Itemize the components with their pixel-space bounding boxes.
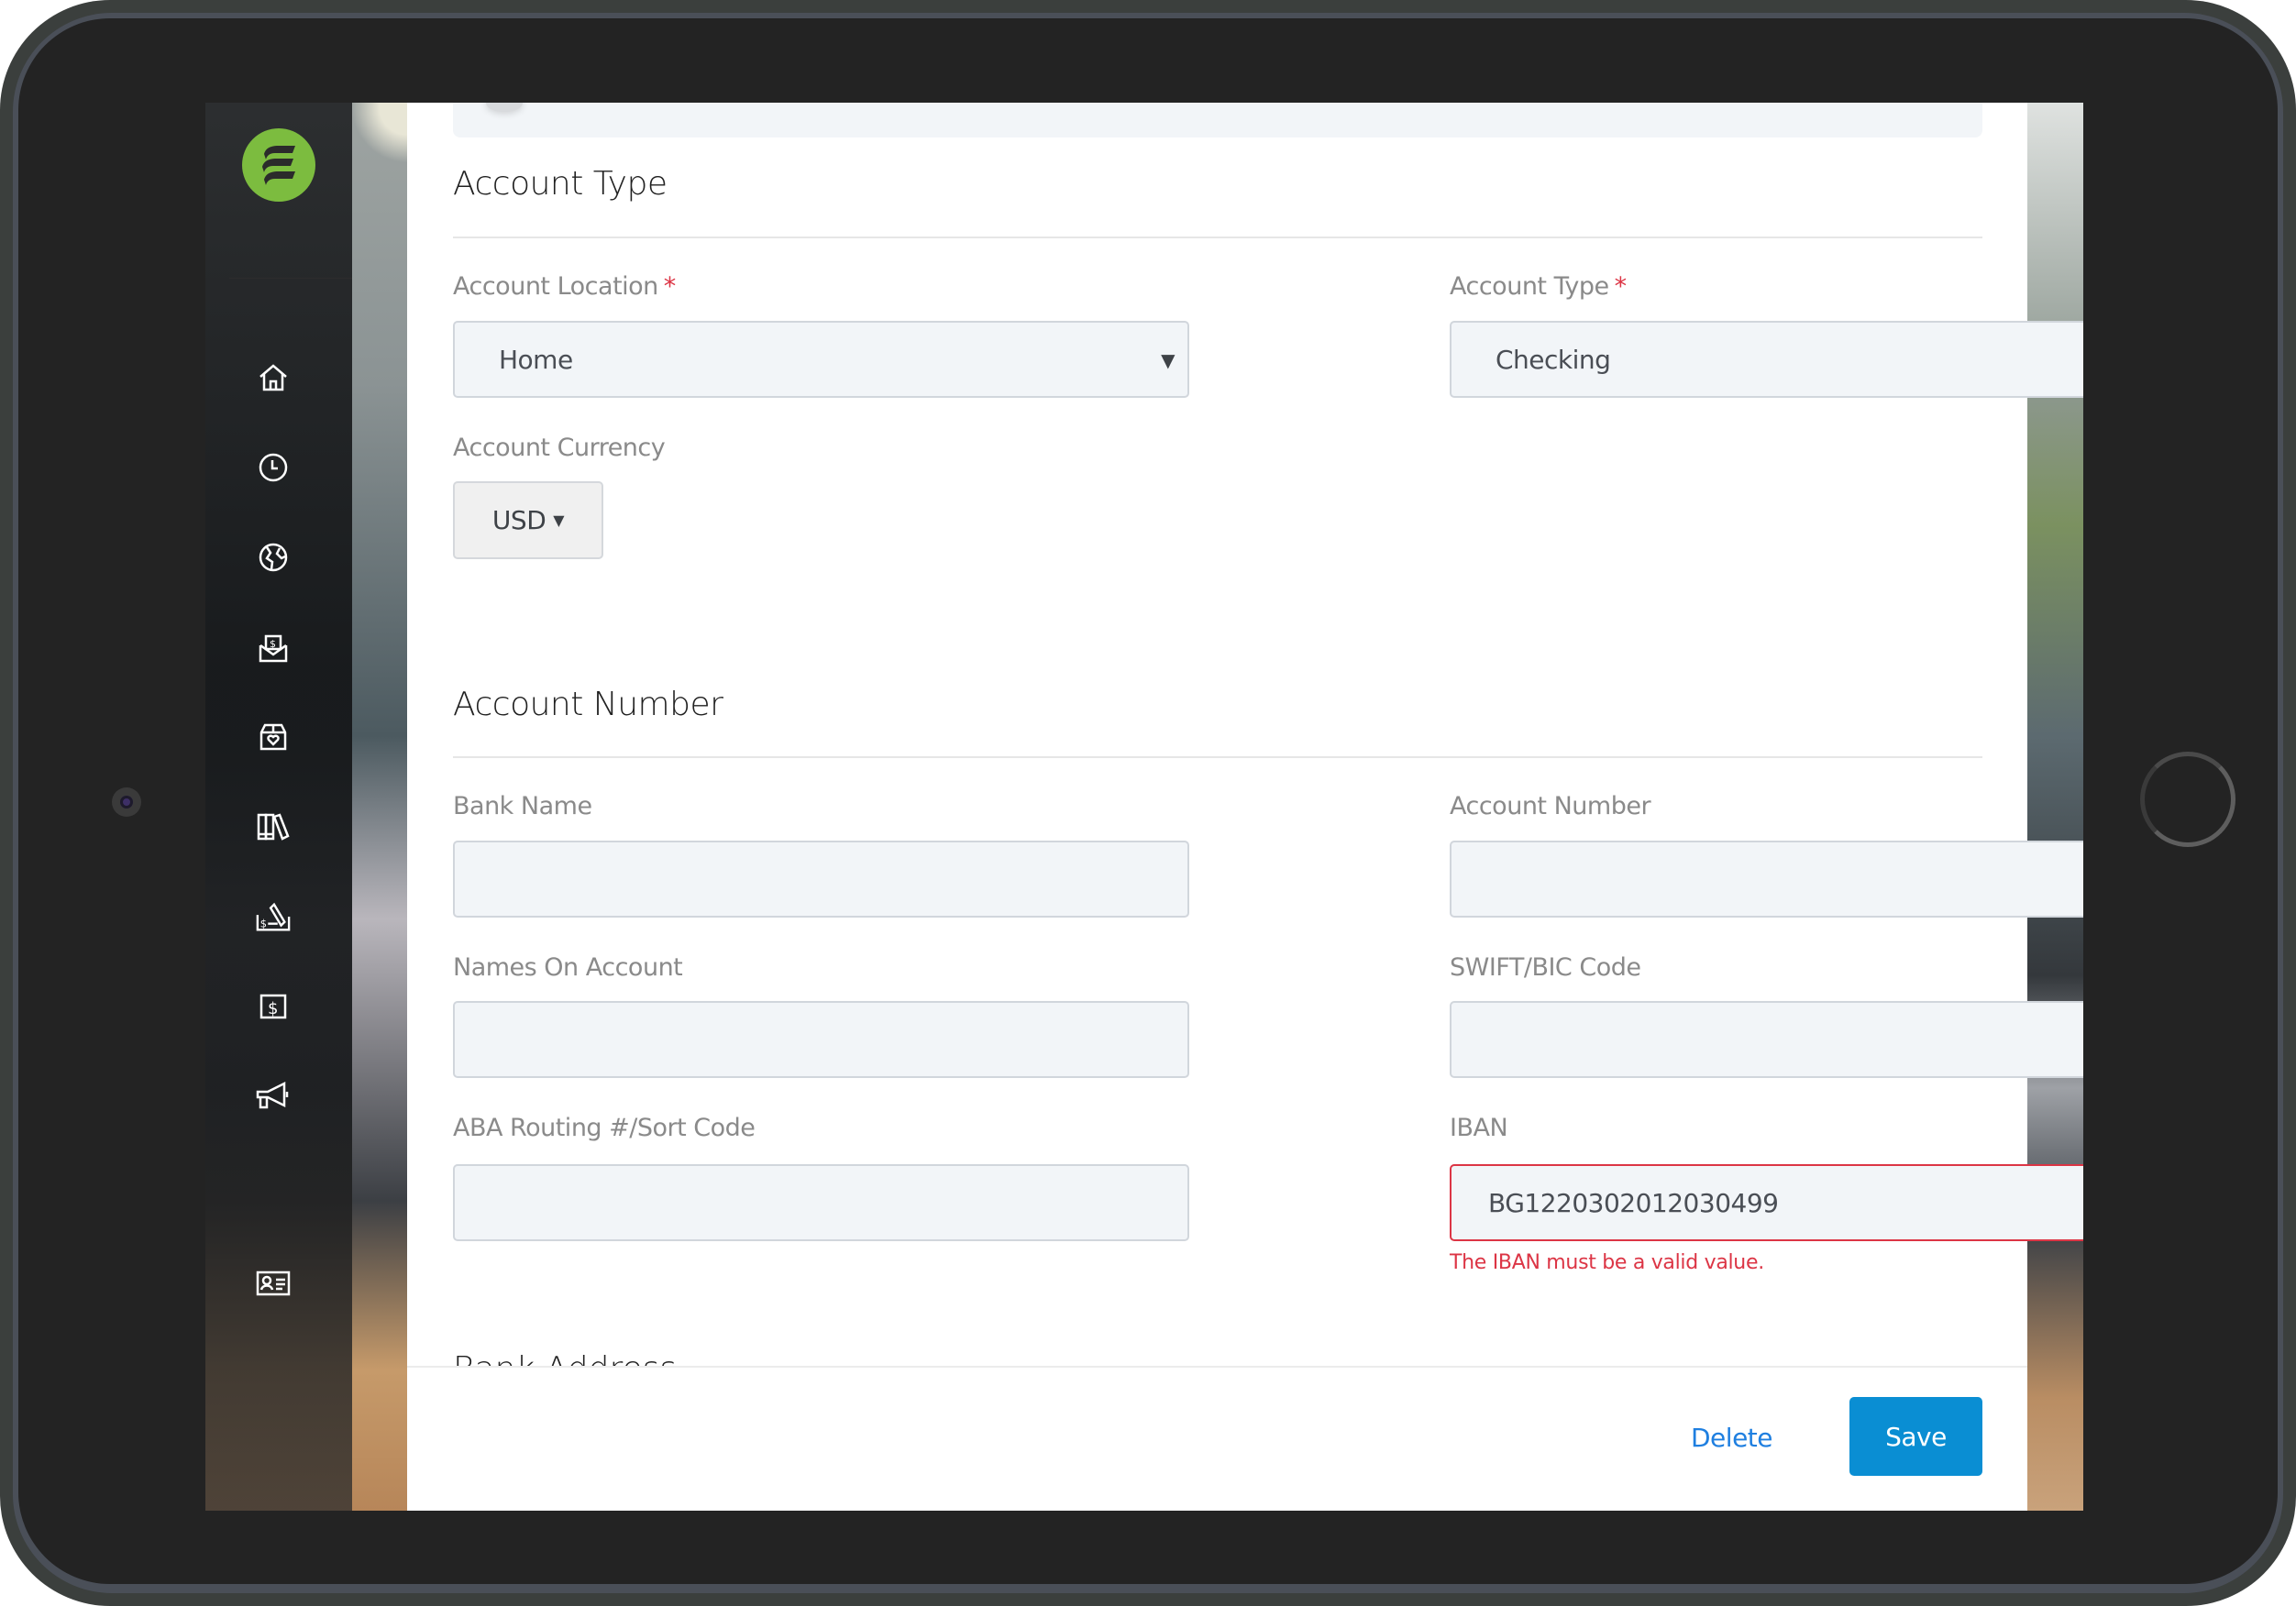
money-envelope-icon[interactable]: $ xyxy=(255,630,292,666)
account-location-label: Account Location * xyxy=(453,271,676,302)
account-type-select[interactable]: Checking ▼ xyxy=(1450,321,2083,398)
names-on-account-label: Names On Account xyxy=(453,953,683,982)
heart-box-icon[interactable] xyxy=(255,719,292,755)
account-currency-label: Account Currency xyxy=(453,434,666,462)
tablet-frame: $ $ $ Account Type Account Location * Ho… xyxy=(0,0,2296,1606)
section-divider xyxy=(453,236,1982,238)
sidebar-divider xyxy=(229,278,352,279)
bank-name-label: Bank Name xyxy=(453,792,592,820)
home-button[interactable] xyxy=(2140,752,2235,847)
required-mark: * xyxy=(1614,272,1628,301)
save-button[interactable]: Save xyxy=(1849,1397,1982,1476)
form-footer: Delete Save xyxy=(407,1366,2027,1511)
dollar-bill-icon[interactable]: $ xyxy=(255,988,292,1025)
home-icon[interactable] xyxy=(255,359,292,396)
account-type-label: Account Type * xyxy=(1450,271,1627,302)
currency-value: USD xyxy=(491,505,546,535)
names-on-account-input[interactable] xyxy=(453,1001,1189,1078)
top-card xyxy=(453,103,1982,138)
account-type-value: Checking xyxy=(1496,344,1611,375)
section-title-account-type: Account Type xyxy=(453,165,668,203)
aba-routing-label: ABA Routing #/Sort Code xyxy=(453,1114,756,1142)
iban-error-message: The IBAN must be a valid value. xyxy=(1450,1251,1764,1274)
section-title-account-number: Account Number xyxy=(453,686,723,723)
aba-routing-input[interactable] xyxy=(453,1164,1189,1241)
caret-down-icon: ▼ xyxy=(553,512,565,529)
iban-label: IBAN xyxy=(1450,1114,1508,1142)
contact-card-icon[interactable] xyxy=(255,1265,292,1302)
account-location-value: Home xyxy=(499,344,573,375)
iban-value: BG1220302012030499 xyxy=(1488,1187,1779,1218)
account-number-input[interactable] xyxy=(1450,841,2083,918)
form-panel: Account Type Account Location * Home ▼ Ac… xyxy=(407,103,2083,1511)
bank-address-title-text: Bank Address xyxy=(453,1351,677,1366)
swift-bic-input[interactable] xyxy=(1450,1001,2083,1078)
globe-icon[interactable] xyxy=(255,539,292,576)
megaphone-icon[interactable] xyxy=(255,1078,292,1115)
check-signing-icon[interactable]: $ xyxy=(255,899,292,936)
bank-name-input[interactable] xyxy=(453,841,1189,918)
swift-bic-label: SWIFT/BIC Code xyxy=(1450,953,1641,982)
svg-text:$: $ xyxy=(260,917,267,930)
required-mark: * xyxy=(663,272,677,301)
clock-icon[interactable] xyxy=(255,449,292,486)
currency-dropdown[interactable]: USD ▼ xyxy=(453,481,603,559)
app-logo[interactable] xyxy=(242,128,315,202)
account-number-label: Account Number xyxy=(1450,792,1651,820)
delete-button[interactable]: Delete xyxy=(1691,1423,1773,1453)
chevron-down-icon: ▼ xyxy=(1161,349,1175,371)
account-location-label-text: Account Location xyxy=(453,272,658,301)
background-photo-right xyxy=(2027,103,2083,1511)
svg-text:$: $ xyxy=(270,638,276,650)
camera-icon xyxy=(112,787,141,817)
sidebar: $ $ $ xyxy=(205,103,352,1511)
section-divider xyxy=(453,756,1982,758)
avatar xyxy=(486,103,523,112)
iban-input[interactable]: BG1220302012030499 ✖ xyxy=(1450,1164,2083,1241)
account-location-select[interactable]: Home ▼ xyxy=(453,321,1189,398)
library-icon[interactable] xyxy=(255,808,292,845)
screen: $ $ $ Account Type Account Location * Ho… xyxy=(205,103,2083,1511)
section-title-bank-address: Bank Address xyxy=(453,1351,677,1366)
account-type-label-text: Account Type xyxy=(1450,272,1609,301)
svg-text:$: $ xyxy=(268,999,278,1018)
